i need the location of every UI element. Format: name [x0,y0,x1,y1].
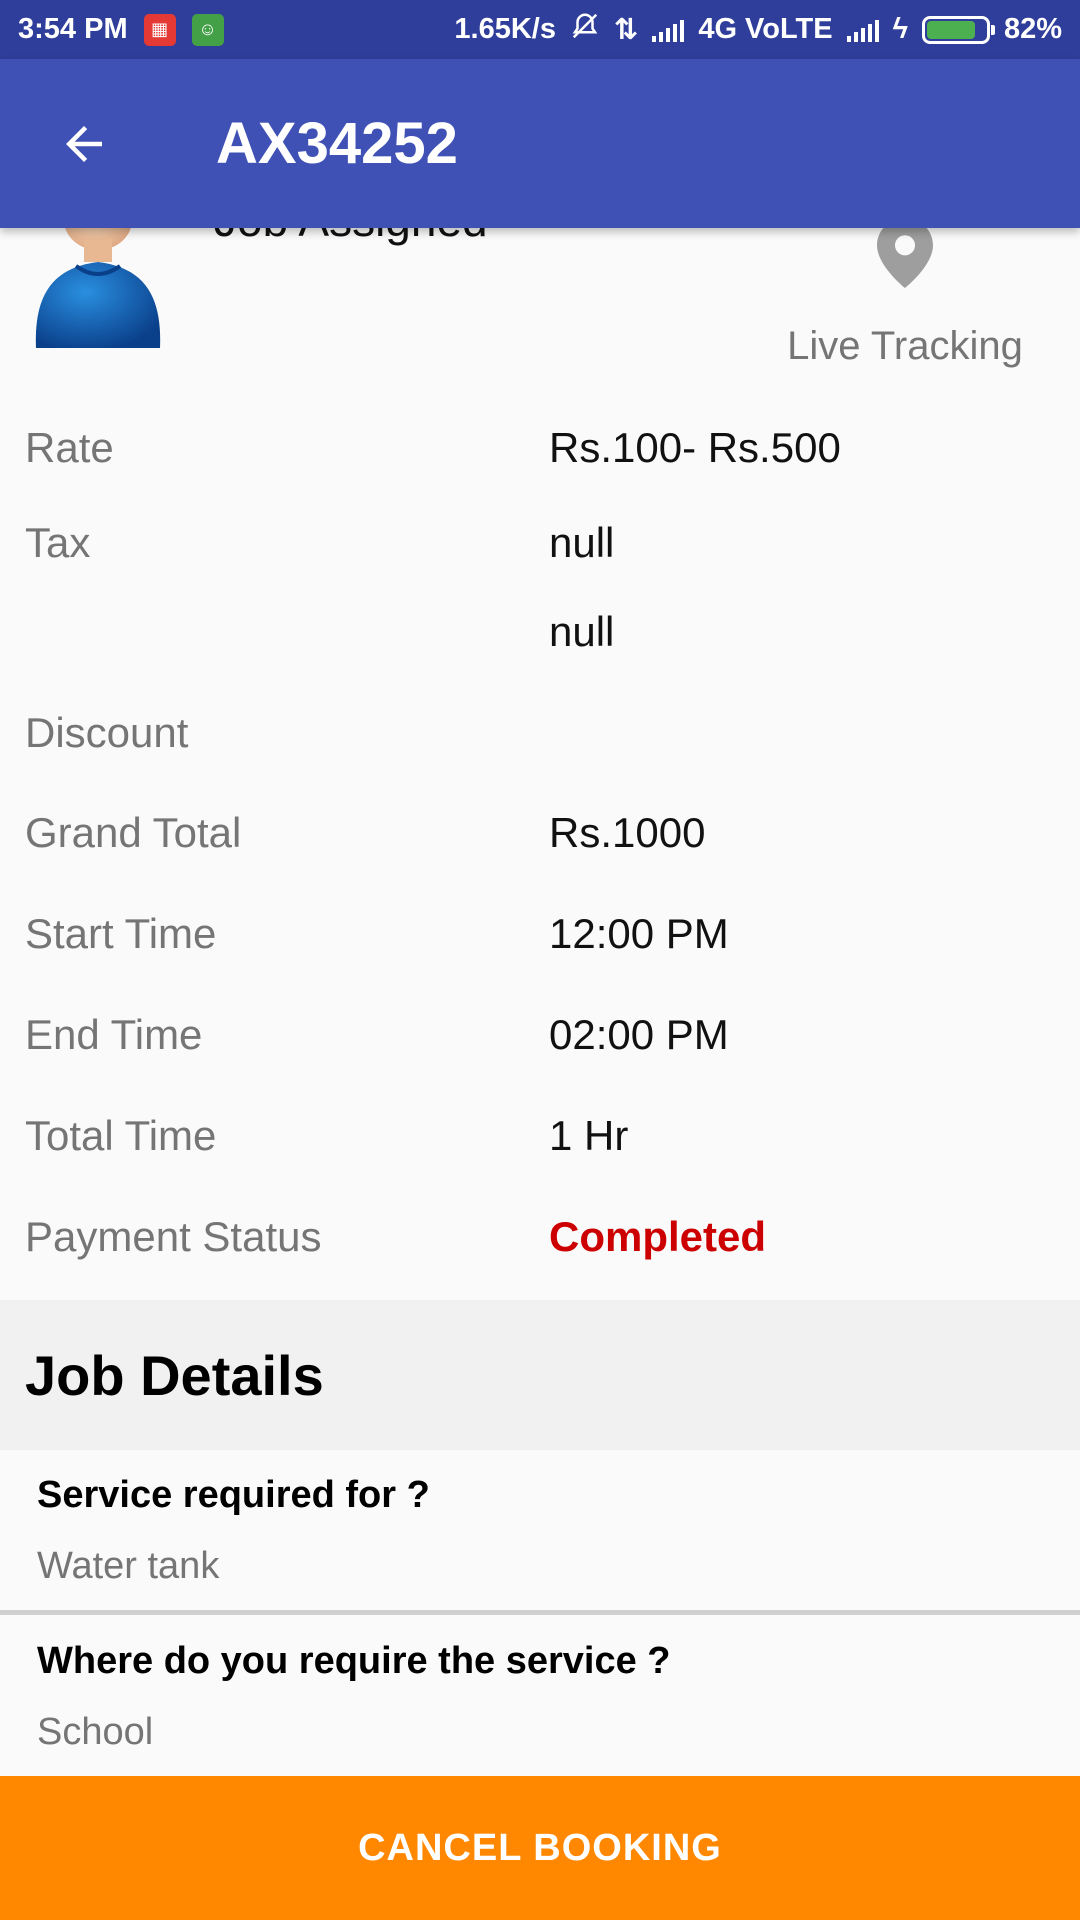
calculator-notification-icon: ▦ [143,13,176,46]
data-transfer-icon: ⇅ [614,14,639,46]
detail-row-payment-status: Payment Status Completed [0,1207,1080,1267]
job-detail-answer: Water tank [37,1545,220,1587]
job-detail-question: Service required for ? [37,1474,430,1516]
mute-icon [570,11,600,49]
booking-details: Job Assigned Live Tracking [0,194,1080,378]
detail-value: 1 Hr [549,1112,629,1159]
cancel-booking-button[interactable]: CANCEL BOOKING [0,1776,1080,1920]
section-header-job-details: Job Details [0,1300,1080,1450]
page-title: AX34252 [216,111,458,176]
detail-row-tax: Tax null [0,513,1080,573]
detail-row-grand-total: Grand Total Rs.1000 [0,803,1080,863]
job-header: Job Assigned Live Tracking [0,194,1080,378]
signal-icon-2 [846,18,879,42]
detail-label: Grand Total [25,809,242,856]
detail-value: null [549,608,615,655]
live-tracking-label: Live Tracking [787,324,1023,368]
signal-icon [652,18,685,42]
divider [0,1610,1080,1615]
back-button[interactable] [24,84,144,204]
detail-value: Rs.100- Rs.500 [549,424,841,471]
status-bar: 3:54 PM ▦ ☺ 1.65K/s ⇅ 4G VoLTE ϟ 82% [0,0,1080,59]
charging-icon: ϟ [892,13,908,45]
detail-value: Rs.1000 [549,809,706,856]
detail-value: 02:00 PM [549,1011,729,1058]
avatar [35,208,161,348]
detail-row-discount: Discount [0,703,1080,763]
location-pin-icon [877,218,933,288]
detail-label: Payment Status [25,1213,322,1260]
detail-value: null [549,519,615,566]
job-detail-item: Where do you require the service ? Schoo… [0,1640,1080,1754]
detail-label: Tax [25,519,91,566]
android-notification-icon: ☺ [191,13,224,46]
battery-percent: 82% [1003,13,1062,45]
payment-status-badge: Completed [549,1213,767,1260]
job-detail-answer: School [37,1711,154,1753]
detail-label: End Time [25,1011,203,1058]
detail-row-start-time: Start Time 12:00 PM [0,904,1080,964]
job-detail-question: Where do you require the service ? [37,1640,671,1682]
network-speed: 1.65K/s [454,13,556,45]
app-bar: AX34252 [0,59,1080,228]
network-type: 4G VoLTE [698,13,833,45]
detail-label: Start Time [25,910,217,957]
detail-row-tax-extra: null [0,602,1080,662]
live-tracking-button[interactable]: Live Tracking [780,218,1030,378]
battery-icon [921,15,995,44]
detail-label: Rate [25,424,114,471]
back-arrow-icon [66,125,102,162]
status-time: 3:54 PM [18,13,128,45]
detail-row-end-time: End Time 02:00 PM [0,1005,1080,1065]
job-detail-item: Service required for ? Water tank [0,1474,1080,1588]
detail-row-total-time: Total Time 1 Hr [0,1106,1080,1166]
detail-label: Discount [25,709,189,756]
detail-label: Total Time [25,1112,217,1159]
detail-value: 12:00 PM [549,910,729,957]
detail-row-rate: Rate Rs.100- Rs.500 [0,418,1080,478]
